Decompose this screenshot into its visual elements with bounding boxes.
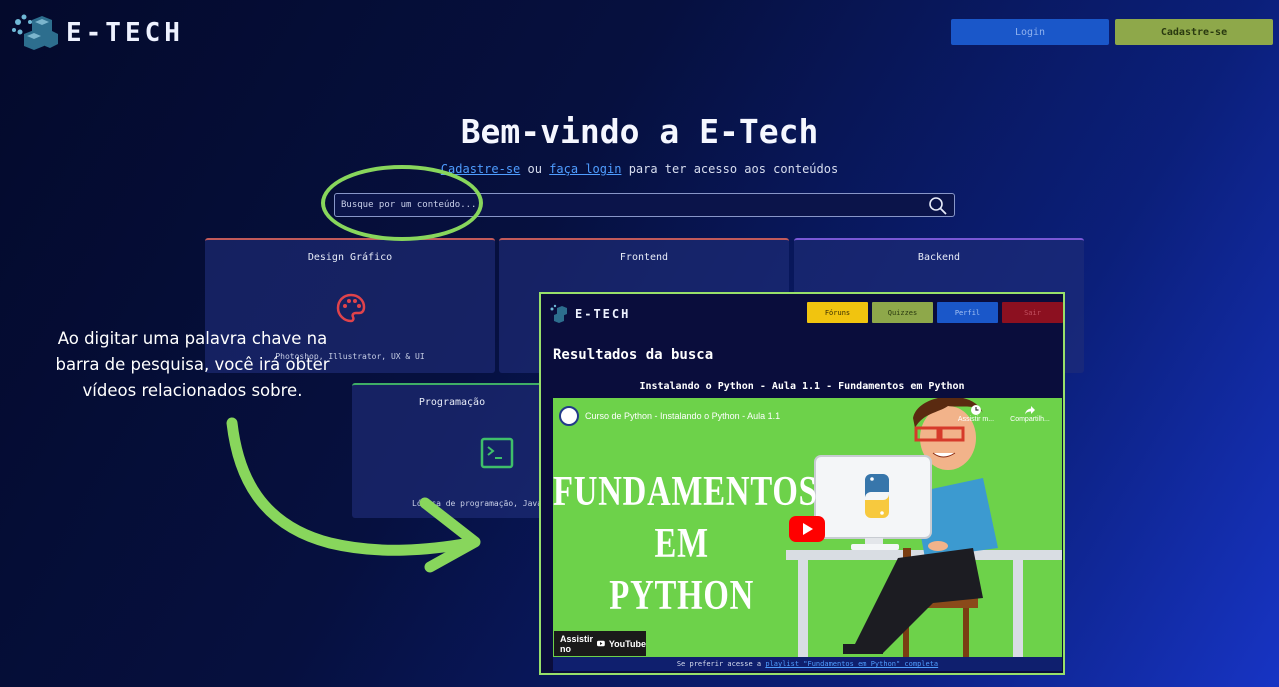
youtube-icon	[597, 640, 605, 647]
hero-suffix: para ter acesso aos conteúdos	[628, 162, 839, 176]
palette-icon	[336, 293, 366, 323]
profile-button[interactable]: Perfil	[937, 302, 998, 323]
page-title: Bem-vindo a E-Tech	[460, 112, 819, 151]
logo-text: E-TECH	[575, 307, 631, 321]
or-text: ou	[527, 162, 542, 176]
logo-mark-icon	[10, 12, 60, 54]
video-yt-title[interactable]: Curso de Python - Instalando o Python - …	[585, 411, 780, 421]
watch-on-label: Assistir no	[560, 633, 594, 654]
clock-icon	[971, 405, 981, 415]
thumbnail-title: FUNDAMENTOS EM PYTHON	[553, 466, 818, 622]
signup-button[interactable]: Cadastre-se	[1115, 19, 1273, 45]
card-title: Backend	[917, 252, 961, 263]
highlight-circle	[321, 165, 483, 241]
watch-later-button[interactable]: Assistir m...	[956, 404, 996, 423]
logo-text: E-TECH	[66, 18, 184, 48]
watch-later-label: Assistir m...	[957, 416, 995, 423]
thumbnail-line: PYTHON	[609, 573, 755, 619]
forums-button[interactable]: Fóruns	[807, 302, 868, 323]
channel-avatar[interactable]	[559, 406, 579, 426]
share-icon	[1025, 406, 1035, 415]
footer-prefix: Se preferir acesse a	[676, 660, 762, 668]
annotation-text: Ao digitar uma palavra chave na barra de…	[55, 329, 330, 400]
play-icon[interactable]	[789, 516, 825, 542]
quizzes-button[interactable]: Quizzes	[872, 302, 933, 323]
watch-on-youtube-button[interactable]: Assistir no YouTube	[554, 631, 646, 656]
login-button[interactable]: Login	[951, 19, 1109, 45]
card-title: Programação	[418, 397, 486, 408]
share-label: Compartilh...	[1010, 416, 1050, 423]
video-title-bar: Curso de Python - Instalando o Python - …	[559, 406, 780, 426]
video-heading: Instalando o Python - Aula 1.1 - Fundame…	[639, 381, 965, 392]
card-title: Frontend	[619, 252, 669, 263]
thumbnail-line: FUNDAMENTOS	[553, 469, 818, 515]
share-button[interactable]: Compartilh...	[1006, 404, 1054, 423]
exit-button[interactable]: Sair	[1002, 302, 1063, 323]
arrow-icon	[226, 417, 481, 573]
playlist-link[interactable]: playlist "Fundamentos em Python" complet…	[765, 660, 938, 668]
logo[interactable]: E-TECH	[10, 12, 184, 54]
popup-footer: Se preferir acesse a playlist "Fundament…	[553, 657, 1062, 671]
login-link[interactable]: faça login	[549, 162, 621, 176]
popup-logo[interactable]: E-TECH	[549, 304, 630, 324]
thumbnail-line: EM	[654, 521, 709, 567]
search-icon[interactable]	[928, 196, 948, 216]
video-player[interactable]: Curso de Python - Instalando o Python - …	[553, 398, 1062, 657]
search-results-window: E-TECH Fóruns Quizzes Perfil Sair Result…	[539, 292, 1065, 675]
results-heading: Resultados da busca	[553, 347, 714, 363]
youtube-label: YouTube	[608, 638, 646, 649]
logo-mark-icon	[550, 304, 567, 323]
card-title: Design Gráfico	[307, 252, 393, 263]
hero-subline: Cadastre-se ou faça login para ter acess…	[0, 162, 1279, 176]
